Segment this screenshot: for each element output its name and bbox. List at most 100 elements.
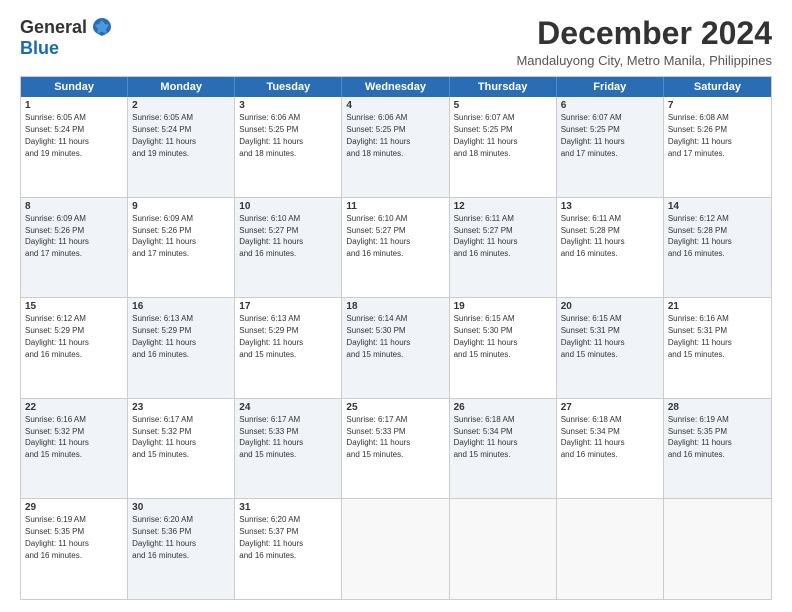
- day-info: Sunrise: 6:09 AM Sunset: 5:26 PM Dayligh…: [132, 214, 196, 258]
- day-number: 14: [668, 201, 767, 212]
- day-info: Sunrise: 6:12 AM Sunset: 5:28 PM Dayligh…: [668, 214, 732, 258]
- calendar-cell-3-6: 28Sunrise: 6:19 AM Sunset: 5:35 PM Dayli…: [664, 399, 771, 499]
- calendar-cell-2-2: 17 Sunrise: 6:13 AM Sunset: 5:29 PM Dayli…: [235, 298, 342, 398]
- logo-general-text: General: [20, 17, 87, 38]
- day-number: 15: [25, 301, 123, 312]
- day-number: 24: [239, 402, 337, 413]
- day-info: Sunrise: 6:11 AM Sunset: 5:27 PM Dayligh…: [454, 214, 518, 258]
- day-number: 1: [25, 100, 123, 111]
- header: General Blue December 2024 Mandaluyong C…: [20, 16, 772, 68]
- calendar-body: 1 Sunrise: 6:05 AM Sunset: 5:24 PM Daylig…: [21, 97, 771, 599]
- day-info: Sunrise: 6:05 AM Sunset: 5:24 PM Dayligh…: [25, 113, 89, 157]
- calendar-cell-2-1: 16 Sunrise: 6:13 AM Sunset: 5:29 PM Dayli…: [128, 298, 235, 398]
- day-number: 20: [561, 301, 659, 312]
- day-number: 2: [132, 100, 230, 111]
- day-info: Sunrise: 6:08 AM Sunset: 5:26 PM Dayligh…: [668, 113, 732, 157]
- calendar-row-3: 22 Sunrise: 6:16 AM Sunset: 5:32 PM Dayli…: [21, 398, 771, 499]
- day-number: 8: [25, 201, 123, 212]
- calendar-row-2: 15 Sunrise: 6:12 AM Sunset: 5:29 PM Dayli…: [21, 297, 771, 398]
- calendar-cell-3-5: 27Sunrise: 6:18 AM Sunset: 5:34 PM Dayli…: [557, 399, 664, 499]
- calendar-cell-4-4: [450, 499, 557, 599]
- calendar-cell-1-5: 13 Sunrise: 6:11 AM Sunset: 5:28 PM Dayli…: [557, 198, 664, 298]
- day-info: Sunrise: 6:19 AM Sunset: 5:35 PM Dayligh…: [25, 515, 89, 559]
- calendar-cell-1-4: 12 Sunrise: 6:11 AM Sunset: 5:27 PM Dayli…: [450, 198, 557, 298]
- day-info: Sunrise: 6:16 AM Sunset: 5:31 PM Dayligh…: [668, 314, 732, 358]
- day-info: Sunrise: 6:12 AM Sunset: 5:29 PM Dayligh…: [25, 314, 89, 358]
- day-number: 7: [668, 100, 767, 111]
- calendar-cell-4-1: 30 Sunrise: 6:20 AM Sunset: 5:36 PM Dayli…: [128, 499, 235, 599]
- calendar-cell-1-0: 8Sunrise: 6:09 AM Sunset: 5:26 PM Daylig…: [21, 198, 128, 298]
- calendar-header: Sunday Monday Tuesday Wednesday Thursday…: [21, 77, 771, 97]
- calendar-cell-4-5: [557, 499, 664, 599]
- day-number: 25: [346, 402, 444, 413]
- day-number: 16: [132, 301, 230, 312]
- calendar-cell-3-0: 22 Sunrise: 6:16 AM Sunset: 5:32 PM Dayli…: [21, 399, 128, 499]
- day-number: 5: [454, 100, 552, 111]
- calendar-cell-0-6: 7 Sunrise: 6:08 AM Sunset: 5:26 PM Daylig…: [664, 97, 771, 197]
- calendar-cell-0-2: 3 Sunrise: 6:06 AM Sunset: 5:25 PM Daylig…: [235, 97, 342, 197]
- day-number: 31: [239, 502, 337, 513]
- day-info: Sunrise: 6:17 AM Sunset: 5:32 PM Dayligh…: [132, 415, 196, 459]
- day-number: 11: [346, 201, 444, 212]
- day-number: 13: [561, 201, 659, 212]
- day-info: Sunrise: 6:17 AM Sunset: 5:33 PM Dayligh…: [346, 415, 410, 459]
- calendar-cell-4-3: [342, 499, 449, 599]
- day-number: 17: [239, 301, 337, 312]
- calendar-cell-2-6: 21Sunrise: 6:16 AM Sunset: 5:31 PM Dayli…: [664, 298, 771, 398]
- header-friday: Friday: [557, 77, 664, 97]
- day-number: 3: [239, 100, 337, 111]
- day-info: Sunrise: 6:07 AM Sunset: 5:25 PM Dayligh…: [561, 113, 625, 157]
- day-info: Sunrise: 6:15 AM Sunset: 5:30 PM Dayligh…: [454, 314, 518, 358]
- calendar-row-1: 8 Sunrise: 6:09 AM Sunset: 5:26 PM Daylig…: [21, 197, 771, 298]
- day-info: Sunrise: 6:13 AM Sunset: 5:29 PM Dayligh…: [132, 314, 196, 358]
- day-info: Sunrise: 6:07 AM Sunset: 5:25 PM Dayligh…: [454, 113, 518, 157]
- day-info: Sunrise: 6:06 AM Sunset: 5:25 PM Dayligh…: [239, 113, 303, 157]
- calendar-cell-2-4: 19 Sunrise: 6:15 AM Sunset: 5:30 PM Dayli…: [450, 298, 557, 398]
- day-number: 23: [132, 402, 230, 413]
- calendar-cell-4-0: 29Sunrise: 6:19 AM Sunset: 5:35 PM Dayli…: [21, 499, 128, 599]
- day-number: 6: [561, 100, 659, 111]
- header-wednesday: Wednesday: [342, 77, 449, 97]
- logo-icon: [91, 16, 113, 38]
- day-number: 4: [346, 100, 444, 111]
- day-info: Sunrise: 6:18 AM Sunset: 5:34 PM Dayligh…: [561, 415, 625, 459]
- day-info: Sunrise: 6:10 AM Sunset: 5:27 PM Dayligh…: [346, 214, 410, 258]
- header-tuesday: Tuesday: [235, 77, 342, 97]
- day-info: Sunrise: 6:16 AM Sunset: 5:32 PM Dayligh…: [25, 415, 89, 459]
- day-info: Sunrise: 6:14 AM Sunset: 5:30 PM Dayligh…: [346, 314, 410, 358]
- day-number: 30: [132, 502, 230, 513]
- subtitle: Mandaluyong City, Metro Manila, Philippi…: [516, 53, 772, 68]
- calendar-cell-0-4: 5 Sunrise: 6:07 AM Sunset: 5:25 PM Daylig…: [450, 97, 557, 197]
- day-number: 22: [25, 402, 123, 413]
- calendar-cell-1-2: 10 Sunrise: 6:10 AM Sunset: 5:27 PM Dayli…: [235, 198, 342, 298]
- calendar-cell-3-2: 24 Sunrise: 6:17 AM Sunset: 5:33 PM Dayli…: [235, 399, 342, 499]
- day-info: Sunrise: 6:18 AM Sunset: 5:34 PM Dayligh…: [454, 415, 518, 459]
- day-info: Sunrise: 6:06 AM Sunset: 5:25 PM Dayligh…: [346, 113, 410, 157]
- day-info: Sunrise: 6:13 AM Sunset: 5:29 PM Dayligh…: [239, 314, 303, 358]
- calendar-cell-4-2: 31 Sunrise: 6:20 AM Sunset: 5:37 PM Dayli…: [235, 499, 342, 599]
- day-number: 28: [668, 402, 767, 413]
- day-info: Sunrise: 6:15 AM Sunset: 5:31 PM Dayligh…: [561, 314, 625, 358]
- header-thursday: Thursday: [450, 77, 557, 97]
- calendar-cell-1-3: 11 Sunrise: 6:10 AM Sunset: 5:27 PM Dayli…: [342, 198, 449, 298]
- calendar-cell-4-6: [664, 499, 771, 599]
- day-number: 12: [454, 201, 552, 212]
- day-info: Sunrise: 6:17 AM Sunset: 5:33 PM Dayligh…: [239, 415, 303, 459]
- calendar-cell-1-6: 14 Sunrise: 6:12 AM Sunset: 5:28 PM Dayli…: [664, 198, 771, 298]
- day-number: 10: [239, 201, 337, 212]
- calendar-cell-2-3: 18Sunrise: 6:14 AM Sunset: 5:30 PM Dayli…: [342, 298, 449, 398]
- calendar-cell-3-1: 23 Sunrise: 6:17 AM Sunset: 5:32 PM Dayli…: [128, 399, 235, 499]
- day-info: Sunrise: 6:20 AM Sunset: 5:36 PM Dayligh…: [132, 515, 196, 559]
- day-number: 26: [454, 402, 552, 413]
- header-sunday: Sunday: [21, 77, 128, 97]
- title-area: December 2024 Mandaluyong City, Metro Ma…: [516, 16, 772, 68]
- calendar-row-0: 1 Sunrise: 6:05 AM Sunset: 5:24 PM Daylig…: [21, 97, 771, 197]
- calendar-cell-2-0: 15 Sunrise: 6:12 AM Sunset: 5:29 PM Dayli…: [21, 298, 128, 398]
- day-info: Sunrise: 6:20 AM Sunset: 5:37 PM Dayligh…: [239, 515, 303, 559]
- day-info: Sunrise: 6:11 AM Sunset: 5:28 PM Dayligh…: [561, 214, 625, 258]
- day-info: Sunrise: 6:10 AM Sunset: 5:27 PM Dayligh…: [239, 214, 303, 258]
- header-monday: Monday: [128, 77, 235, 97]
- day-info: Sunrise: 6:05 AM Sunset: 5:24 PM Dayligh…: [132, 113, 196, 157]
- calendar-cell-0-1: 2 Sunrise: 6:05 AM Sunset: 5:24 PM Daylig…: [128, 97, 235, 197]
- day-number: 19: [454, 301, 552, 312]
